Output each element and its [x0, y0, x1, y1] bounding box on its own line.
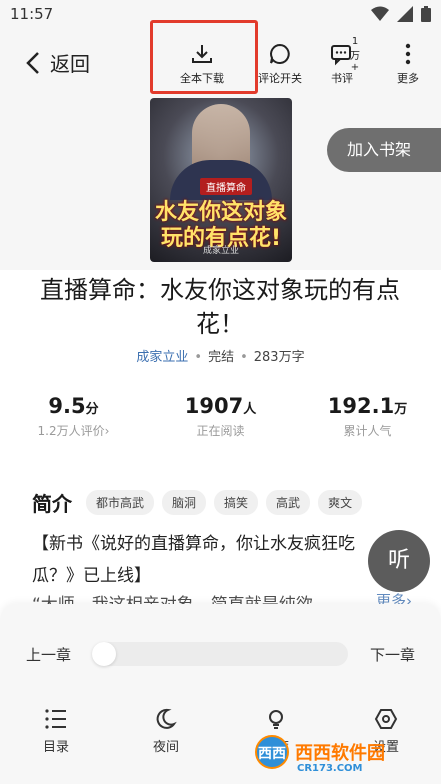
book-cover[interactable]: 直播算命 水友你这对象 玩的有点花! 成家立业	[150, 98, 292, 262]
reviews-label: 书评	[331, 72, 353, 85]
stat-value: 9.5	[48, 394, 86, 418]
more-vertical-icon	[405, 43, 411, 65]
book-meta: 成家立业 • 完结 • 283万字	[0, 346, 441, 365]
tag-chip[interactable]: 搞笑	[214, 490, 259, 515]
comments-label: 评论开关	[258, 72, 302, 85]
tag-chip[interactable]: 爽文	[318, 490, 363, 515]
word-count: 283万字	[253, 350, 305, 365]
site-watermark: 西西 西西软件园 CR173.COM	[255, 735, 385, 774]
rating-stat[interactable]: 9.5分 1.2万人评价›	[0, 394, 147, 439]
battery-icon	[421, 6, 431, 22]
toc-button[interactable]: 目录	[26, 708, 86, 755]
prev-chapter-button[interactable]: 上一章	[26, 644, 71, 665]
intro-header: 简介 都市高武 脑洞 搞笑 高武 爽文	[32, 488, 363, 517]
more-label: 更多	[397, 72, 419, 85]
stat-unit: 人	[243, 402, 257, 417]
stat-value: 192.1	[327, 394, 395, 418]
back-button[interactable]: 返回	[26, 48, 90, 77]
separator-dot: •	[240, 350, 248, 365]
cover-tag: 直播算命	[200, 178, 252, 195]
tag-chip[interactable]: 都市高武	[86, 490, 155, 515]
next-chapter-button[interactable]: 下一章	[370, 644, 415, 665]
night-mode-button[interactable]: 夜间	[136, 708, 196, 755]
author-link[interactable]: 成家立业	[136, 350, 188, 365]
more-button[interactable]: 更多	[396, 42, 420, 86]
watermark-subtext: CR173.COM	[297, 763, 363, 774]
signal-icon	[397, 6, 413, 22]
intro-heading: 简介	[32, 492, 72, 516]
listen-button[interactable]: 听	[368, 530, 430, 592]
night-mode-label: 夜间	[152, 740, 179, 755]
watermark-logo: 西西	[255, 735, 289, 769]
stat-value: 1907	[184, 394, 244, 418]
list-icon	[45, 709, 66, 729]
status-icons	[371, 6, 431, 22]
reviews-button[interactable]: 1万+ 书评	[330, 36, 360, 86]
stat-label: 累计人气	[343, 424, 392, 438]
status-time: 11:57	[10, 5, 54, 23]
moon-icon	[156, 708, 177, 729]
comment-toggle-icon	[270, 44, 290, 64]
stat-unit: 分	[85, 402, 99, 417]
toc-label: 目录	[42, 740, 69, 755]
tag-chip[interactable]: 高武	[266, 490, 311, 515]
intro-text: 【新书《说好的直播算命，你让水友疯狂吃瓜？》已上线】	[32, 534, 355, 586]
slider-knob[interactable]	[92, 642, 116, 666]
chevron-left-icon	[26, 51, 39, 74]
add-to-shelf-button[interactable]: 加入书架	[327, 128, 441, 172]
separator-dot: •	[194, 350, 203, 365]
hexagon-settings-icon	[374, 709, 398, 729]
stat-label: 正在阅读	[196, 424, 245, 438]
cover-author: 成家立业	[202, 246, 239, 256]
stat-label: 1.2万人评价›	[37, 424, 110, 438]
chapter-progress-slider[interactable]	[92, 642, 348, 666]
tag-chip[interactable]: 脑洞	[162, 490, 207, 515]
back-label: 返回	[50, 52, 90, 76]
download-highlight-box	[150, 20, 258, 94]
book-title: 直播算命：水友你这对象玩的有点花！	[40, 276, 400, 338]
bulb-icon	[269, 710, 283, 729]
comments-toggle-button[interactable]: 评论开关	[258, 42, 302, 86]
reviews-count: 1万+	[350, 36, 360, 73]
stat-unit: 万	[394, 402, 408, 417]
readers-stat: 1907人 正在阅读	[147, 394, 294, 439]
wifi-icon	[371, 6, 389, 21]
stats-row: 9.5分 1.2万人评价› 1907人 正在阅读 192.1万 累计人气	[0, 394, 441, 439]
watermark-text: 西西软件园	[295, 743, 385, 764]
book-status: 完结	[208, 350, 235, 365]
popularity-stat: 192.1万 累计人气	[294, 394, 441, 439]
